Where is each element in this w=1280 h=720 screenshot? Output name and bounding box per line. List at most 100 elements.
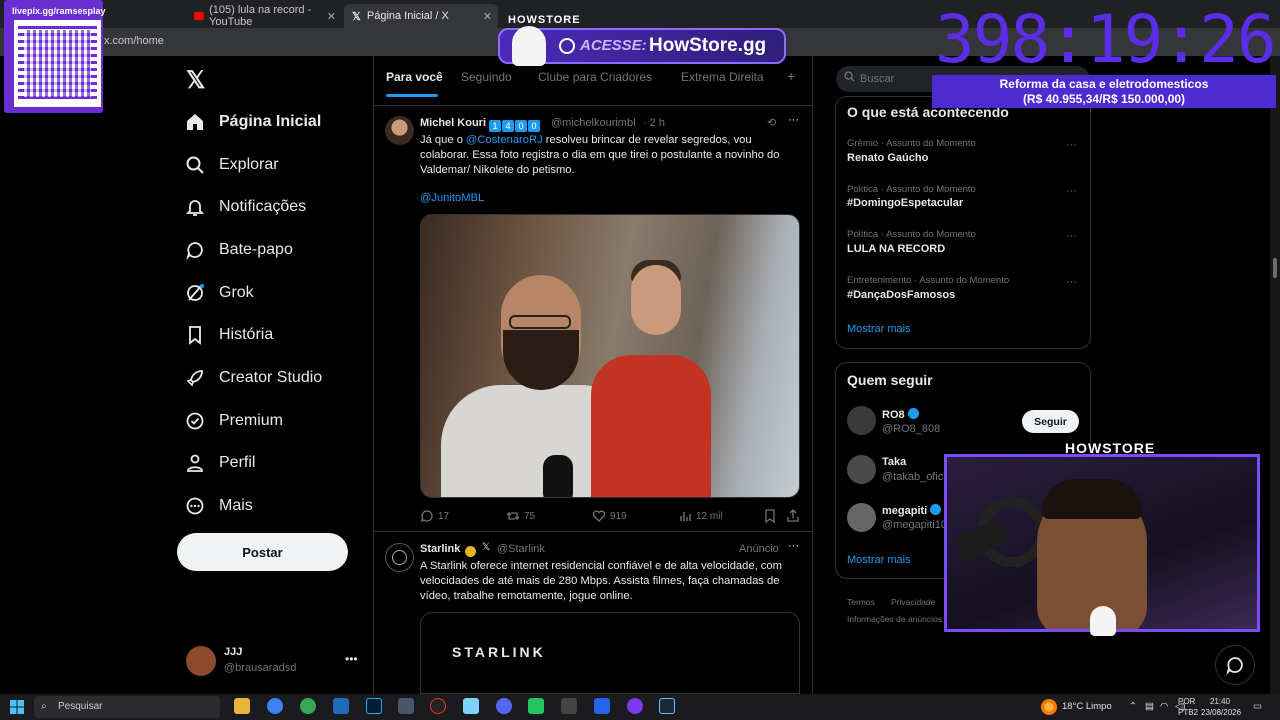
close-tab-icon[interactable]: ✕ [327, 10, 336, 23]
close-tab-icon[interactable]: ✕ [483, 10, 492, 23]
weather-text[interactable]: 18°C Limpo [1062, 701, 1112, 712]
language-line1[interactable]: POR [1178, 697, 1195, 706]
tweet-avatar[interactable] [385, 116, 414, 145]
taskbar-search-text: Pesquisar [58, 701, 103, 712]
bookmark-button[interactable] [764, 509, 780, 523]
app-icon[interactable] [627, 698, 643, 714]
more-dots-icon[interactable]: ··· [1066, 185, 1077, 197]
windows-start-icon[interactable] [10, 700, 24, 714]
starlink-logo-icon [392, 550, 407, 565]
chrome-icon[interactable] [267, 698, 283, 714]
scrollbar-thumb[interactable] [1273, 258, 1277, 278]
nav-explore[interactable]: Explorar [185, 150, 279, 180]
account-avatar[interactable] [186, 646, 216, 676]
follow-name[interactable]: Taka [882, 456, 906, 468]
app-icon[interactable] [528, 698, 544, 714]
share-button[interactable] [786, 509, 804, 523]
tweet-handle[interactable]: @michelkourimbl [551, 117, 636, 129]
nav-creator-studio[interactable]: Creator Studio [185, 363, 322, 393]
vscode-icon[interactable] [333, 698, 349, 714]
follow-handle[interactable]: @megapiti10 [882, 519, 947, 531]
taskbar-search[interactable]: ⌕ Pesquisar [34, 696, 220, 718]
like-button[interactable]: 919 [592, 509, 627, 523]
chrome-icon[interactable] [300, 698, 316, 714]
nav-home[interactable]: Página Inicial [185, 107, 321, 137]
app-icon[interactable] [463, 698, 479, 714]
footer-link[interactable]: Privacidade [891, 597, 935, 607]
grok-icon[interactable]: ⟲ [767, 116, 776, 129]
person-icon [185, 453, 205, 473]
tweet-author-name[interactable]: Starlink [420, 543, 460, 555]
tweet-author-name[interactable]: Michel Kouri [420, 117, 486, 129]
retweet-button[interactable]: 75 [506, 509, 535, 523]
mention-link[interactable]: @CostenaroRJ [466, 134, 543, 146]
show-more-link[interactable]: Mostrar mais [847, 323, 911, 335]
post-button[interactable]: Postar [177, 533, 348, 571]
trend-item[interactable]: Renato Gaúcho [847, 152, 928, 164]
account-name[interactable]: JJJ [224, 646, 242, 658]
follow-avatar[interactable] [847, 406, 876, 435]
tab-creators-club[interactable]: Clube para Criadores [538, 70, 652, 84]
clock-time[interactable]: 21:40 [1210, 697, 1230, 706]
clock-date[interactable]: 23/08/2026 [1201, 708, 1241, 717]
scrollbar[interactable] [1270, 56, 1280, 694]
file-explorer-icon[interactable] [234, 698, 250, 714]
tab-youtube[interactable]: (105) lula na record - YouTube ✕ [186, 4, 342, 28]
show-more-link[interactable]: Mostrar mais [847, 554, 911, 566]
nav-chat[interactable]: Bate-papo [185, 235, 293, 265]
discord-icon[interactable] [496, 698, 512, 714]
follow-button[interactable]: Seguir [1022, 410, 1079, 433]
url-text[interactable]: x.com/home [104, 35, 164, 47]
tab-for-you[interactable]: Para você [386, 70, 443, 84]
x-logo-icon[interactable]: 𝕏 [186, 66, 205, 95]
follow-name[interactable]: megapiti [882, 504, 942, 517]
tweet-photo[interactable] [420, 214, 800, 498]
nav-bookmarks[interactable]: História [185, 320, 273, 350]
nav-profile[interactable]: Perfil [185, 448, 255, 478]
tab-x-home[interactable]: 𝕏 Página Inicial / X ✕ [344, 4, 498, 28]
obs-icon[interactable] [430, 698, 446, 714]
more-dots-icon[interactable]: ··· [1066, 139, 1077, 151]
nav-grok[interactable]: Grok [185, 278, 254, 308]
trend-item[interactable]: #DomingoEspetacular [847, 197, 963, 209]
messages-button[interactable] [1215, 645, 1255, 685]
add-tab-icon[interactable]: + [787, 68, 795, 84]
app-icon[interactable] [594, 698, 610, 714]
nav-notifications[interactable]: Notificações [185, 192, 306, 222]
follow-handle[interactable]: @RO8_808 [882, 423, 940, 435]
more-dots-icon[interactable]: ••• [345, 652, 358, 666]
reply-button[interactable]: 17 [420, 509, 449, 523]
tweet-handle[interactable]: @Starlink [497, 543, 545, 555]
tweet-time[interactable]: · 2 h [643, 117, 665, 129]
mention-link[interactable]: @JunitoMBL [420, 191, 800, 206]
follow-avatar[interactable] [847, 503, 876, 532]
wifi-icon[interactable]: ◠ [1160, 701, 1168, 712]
follow-name[interactable]: RO8 [882, 408, 919, 421]
more-dots-icon[interactable]: ··· [788, 114, 799, 126]
network-icon[interactable]: ▤ [1145, 701, 1154, 712]
tab-extrema-direita[interactable]: Extrema Direita [681, 70, 764, 84]
nav-premium[interactable]: Premium [185, 406, 283, 436]
capcut-icon[interactable] [561, 698, 577, 714]
views-button[interactable]: 12 mil [678, 509, 723, 523]
more-dots-icon[interactable]: ··· [1066, 230, 1077, 242]
footer-link[interactable]: Informações de anúncios [847, 614, 942, 624]
more-dots-icon[interactable]: ··· [788, 540, 799, 552]
nav-more[interactable]: Mais [185, 491, 253, 521]
trend-item[interactable]: #DançaDosFamosos [847, 289, 955, 301]
language-line2[interactable]: PTB2 [1178, 708, 1198, 717]
calculator-icon[interactable] [398, 698, 414, 714]
footer-link[interactable]: Termos [847, 597, 875, 607]
ghost-mascot-icon [1090, 606, 1116, 636]
steam-icon[interactable] [659, 698, 675, 714]
notifications-icon[interactable]: ▭ [1253, 701, 1262, 712]
more-dots-icon[interactable]: ··· [1066, 276, 1077, 288]
photoshop-icon[interactable] [366, 698, 382, 714]
account-handle[interactable]: @brausaradsd [224, 662, 296, 674]
tray-chevron-icon[interactable]: ⌃ [1129, 701, 1137, 712]
nav-label: Explorar [219, 156, 279, 173]
follow-avatar[interactable] [847, 455, 876, 484]
trend-item[interactable]: LULA NA RECORD [847, 243, 945, 255]
tab-following[interactable]: Seguindo [461, 70, 512, 84]
follow-handle[interactable]: @takab_ofici [882, 471, 946, 483]
